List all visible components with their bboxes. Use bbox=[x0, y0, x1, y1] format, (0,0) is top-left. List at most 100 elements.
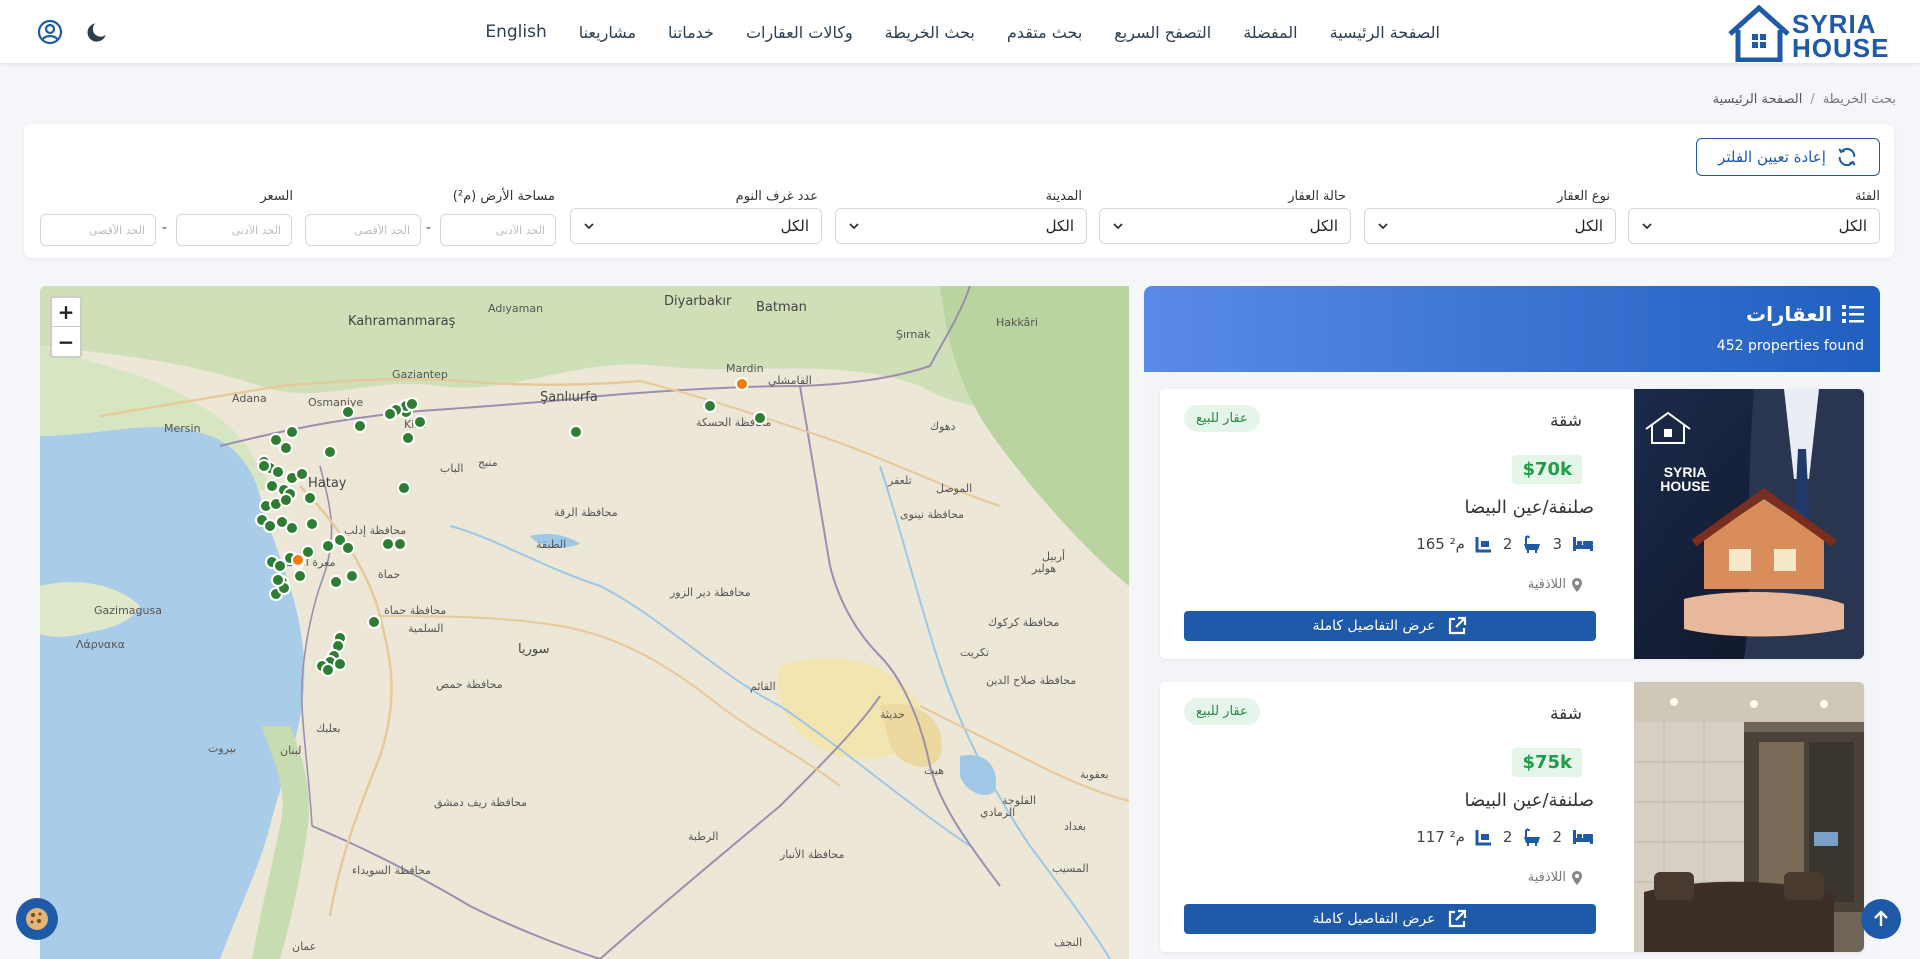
results-count: 452 properties found bbox=[1716, 338, 1864, 354]
property-marker[interactable] bbox=[569, 425, 583, 439]
property-marker[interactable] bbox=[353, 419, 367, 433]
bathrooms-count: 2 bbox=[1502, 828, 1513, 846]
nav-advanced-search[interactable]: بحث متقدم bbox=[1007, 23, 1082, 42]
property-card[interactable]: SYRIA HOUSE شقة عقار للبيع $70k صلنفة/عي… bbox=[1160, 389, 1864, 659]
reset-filter-label: إعادة تعيين الفلتر bbox=[1718, 148, 1826, 166]
bedrooms-value: الكل bbox=[780, 217, 809, 235]
breadcrumb-home[interactable]: الصفحة الرئيسية bbox=[1713, 92, 1803, 107]
property-marker[interactable] bbox=[303, 491, 317, 505]
sale-badge: عقار للبيع bbox=[1184, 698, 1260, 725]
nav-projects[interactable]: مشاريعنا bbox=[579, 23, 636, 42]
property-marker[interactable] bbox=[295, 467, 309, 481]
nav-favorites[interactable]: المفضلة bbox=[1243, 23, 1297, 42]
bedrooms-count: 3 bbox=[1552, 535, 1562, 553]
results-title-text: العقارات bbox=[1745, 302, 1832, 326]
property-marker[interactable] bbox=[273, 559, 287, 573]
property-marker[interactable] bbox=[367, 615, 381, 629]
map-pin-icon bbox=[1572, 870, 1582, 885]
price-min-input[interactable] bbox=[176, 214, 292, 246]
featured-property-marker[interactable] bbox=[735, 377, 749, 391]
area-icon bbox=[1475, 537, 1491, 553]
bedrooms-label: عدد غرف النوم bbox=[735, 189, 818, 204]
view-details-label: عرض التفاصيل كاملة bbox=[1312, 911, 1436, 927]
breadcrumb-current: بحث الخريطة bbox=[1822, 92, 1896, 107]
property-type-select[interactable]: الكل bbox=[1364, 208, 1616, 244]
cookie-settings-button[interactable] bbox=[16, 898, 58, 940]
property-marker[interactable] bbox=[321, 539, 335, 553]
nav-quick-browse[interactable]: التصفح السريع bbox=[1114, 23, 1211, 42]
breadcrumb-separator: / bbox=[1810, 92, 1815, 107]
property-marker[interactable] bbox=[753, 411, 767, 425]
property-status-value: الكل bbox=[1309, 217, 1338, 235]
property-marker[interactable] bbox=[329, 575, 343, 589]
property-image bbox=[1634, 389, 1864, 659]
property-marker[interactable] bbox=[393, 537, 407, 551]
map-pin-icon bbox=[1572, 577, 1582, 592]
property-marker[interactable] bbox=[263, 519, 277, 533]
property-marker[interactable] bbox=[257, 459, 271, 473]
map-markers bbox=[255, 377, 767, 677]
nav-map-search[interactable]: بحث الخريطة bbox=[885, 23, 975, 42]
property-marker[interactable] bbox=[285, 425, 299, 439]
city-select[interactable]: الكل bbox=[835, 208, 1087, 244]
category-label: الفئة bbox=[1854, 189, 1880, 204]
view-details-button[interactable]: عرض التفاصيل كاملة bbox=[1184, 611, 1596, 641]
category-select[interactable]: الكل bbox=[1628, 208, 1880, 244]
city-label: المدينة bbox=[1045, 189, 1082, 204]
property-marker[interactable] bbox=[405, 397, 419, 411]
property-marker[interactable] bbox=[279, 493, 293, 507]
property-marker[interactable] bbox=[401, 431, 415, 445]
language-switch[interactable]: English bbox=[485, 22, 546, 42]
property-marker[interactable] bbox=[271, 465, 285, 479]
property-marker[interactable] bbox=[397, 481, 411, 495]
property-marker[interactable] bbox=[341, 541, 355, 555]
chevron-down-icon bbox=[1113, 223, 1123, 230]
view-details-button[interactable]: عرض التفاصيل كاملة bbox=[1184, 904, 1596, 934]
property-status-select[interactable]: الكل bbox=[1099, 208, 1351, 244]
property-type-value: الكل bbox=[1574, 217, 1603, 235]
property-address: صلنفة/عين البيضا bbox=[1464, 790, 1594, 811]
property-type: شقة bbox=[1550, 704, 1582, 724]
map-canvas[interactable]: + − Diyarbakır Batman Kahramanmaraş Adıy… bbox=[40, 286, 1129, 959]
bath-icon bbox=[1524, 535, 1541, 553]
nav-home[interactable]: الصفحة الرئيسية bbox=[1330, 23, 1440, 42]
external-link-icon bbox=[1449, 909, 1467, 928]
property-marker[interactable] bbox=[703, 399, 717, 413]
price-max-input[interactable] bbox=[40, 214, 156, 246]
bedrooms-select[interactable]: الكل bbox=[570, 208, 822, 244]
scroll-top-button[interactable] bbox=[1861, 899, 1901, 939]
property-marker[interactable] bbox=[293, 569, 307, 583]
property-marker[interactable] bbox=[333, 657, 347, 671]
user-circle-icon[interactable] bbox=[37, 19, 63, 45]
property-type: شقة bbox=[1550, 411, 1582, 431]
property-marker[interactable] bbox=[271, 573, 285, 587]
property-marker[interactable] bbox=[285, 521, 299, 535]
top-navbar: SYRIA HOUSE الصفحة الرئيسية المفضلة التص… bbox=[0, 0, 1920, 64]
site-logo[interactable]: SYRIA HOUSE bbox=[1726, 4, 1898, 63]
logo-text: SYRIA HOUSE bbox=[1792, 11, 1889, 61]
featured-property-marker[interactable] bbox=[291, 553, 305, 567]
view-details-label: عرض التفاصيل كاملة bbox=[1312, 618, 1436, 634]
property-marker[interactable] bbox=[341, 405, 355, 419]
nav-agencies[interactable]: وكالات العقارات bbox=[746, 23, 853, 42]
property-marker[interactable] bbox=[345, 569, 359, 583]
property-marker[interactable] bbox=[265, 479, 279, 493]
property-card[interactable]: شقة عقار للبيع $75k صلنفة/عين البيضا 2 2… bbox=[1160, 682, 1864, 952]
property-marker[interactable] bbox=[321, 663, 335, 677]
property-type-label: نوع العقار bbox=[1557, 189, 1610, 204]
bed-icon bbox=[1573, 830, 1593, 844]
moon-icon[interactable] bbox=[84, 19, 110, 45]
property-marker[interactable] bbox=[383, 407, 397, 421]
land-area-min-input[interactable] bbox=[440, 214, 556, 246]
property-marker[interactable] bbox=[323, 445, 337, 459]
nav-services[interactable]: خدماتنا bbox=[668, 23, 714, 42]
property-address: صلنفة/عين البيضا bbox=[1464, 497, 1594, 518]
property-marker[interactable] bbox=[413, 415, 427, 429]
property-marker[interactable] bbox=[279, 441, 293, 455]
property-marker[interactable] bbox=[305, 517, 319, 531]
land-area-max-input[interactable] bbox=[305, 214, 421, 246]
chevron-down-icon bbox=[584, 223, 594, 230]
property-location: اللاذقية bbox=[1528, 870, 1582, 885]
reset-filter-button[interactable]: إعادة تعيين الفلتر bbox=[1696, 138, 1880, 176]
property-marker[interactable] bbox=[381, 537, 395, 551]
